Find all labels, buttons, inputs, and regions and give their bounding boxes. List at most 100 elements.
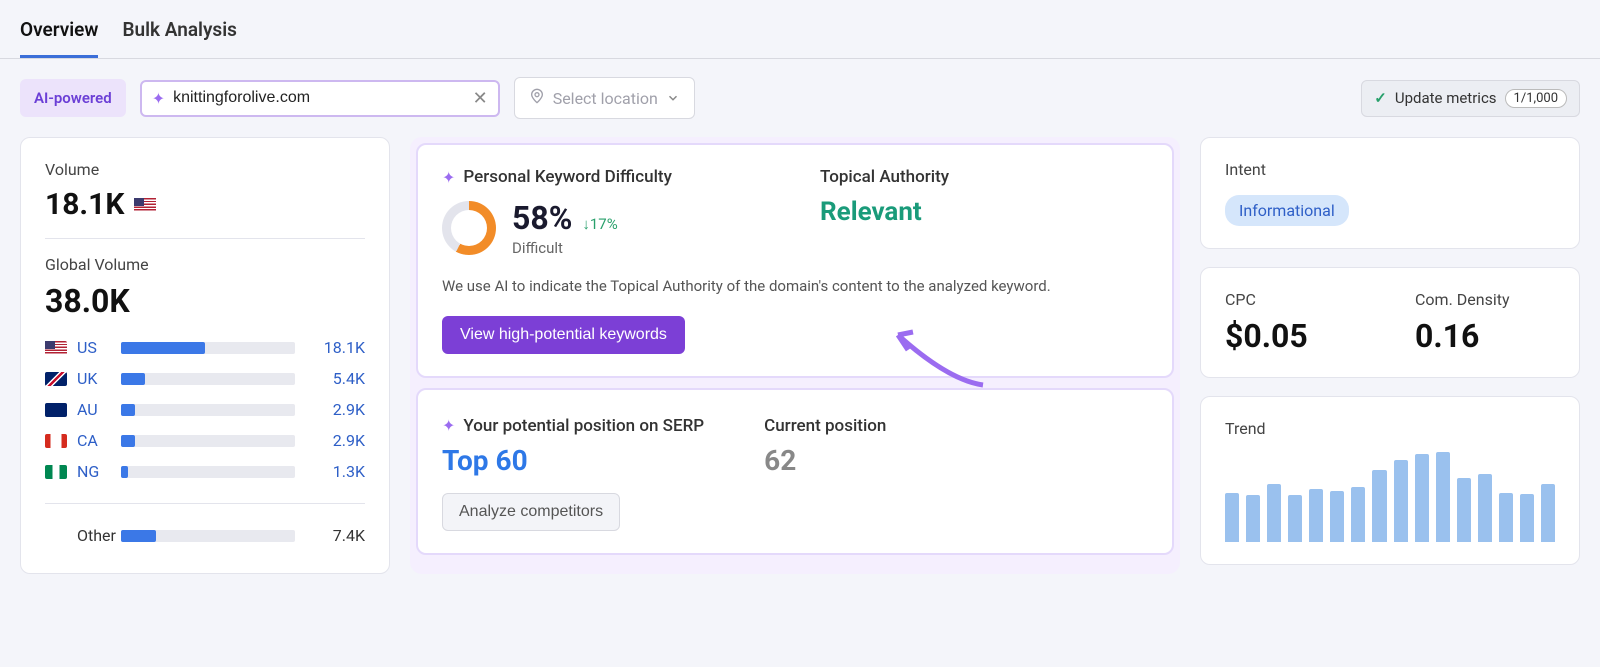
chevron-down-icon [666,91,680,105]
flag-us-icon [134,198,156,212]
serp-potential-title: Your potential position on SERP [463,416,704,436]
country-value: 5.4K [305,369,365,388]
serp-current-value: 62 [764,444,886,477]
volume-value: 18.1K [45,187,124,222]
domain-input-wrap[interactable]: ✦ ✕ [140,80,500,117]
country-row[interactable]: AU 2.9K [45,394,365,425]
analyze-competitors-button[interactable]: Analyze competitors [442,493,620,531]
volume-card: Volume 18.1K Global Volume 38.0K US 18.1K… [20,137,390,574]
pkd-card: ✦ Personal Keyword Difficulty 58% ↓17% D… [416,143,1174,378]
trend-bar [1288,495,1302,542]
trend-bar [1225,493,1239,542]
country-value: 2.9K [305,431,365,450]
serp-card: ✦ Your potential position on SERP Top 60… [416,388,1174,555]
annotation-arrow-icon [858,320,998,395]
trend-card: Trend [1200,396,1580,565]
country-row-other: Other 7.4K [45,520,365,551]
topical-authority-value: Relevant [820,197,1148,227]
country-code: CA [77,431,111,450]
intent-card: Intent Informational [1200,137,1580,249]
divider [45,238,365,239]
trend-bar [1330,491,1344,542]
trend-bar [1541,484,1555,542]
country-code: NG [77,462,111,481]
pkd-title: Personal Keyword Difficulty [463,167,672,187]
country-value: 18.1K [305,338,365,357]
clear-input-icon[interactable]: ✕ [473,88,488,109]
country-value: 2.9K [305,400,365,419]
trend-bar [1309,489,1323,542]
country-code: AU [77,400,111,419]
view-high-potential-button[interactable]: View high-potential keywords [442,316,685,354]
country-value: 1.3K [305,462,365,481]
trend-bar [1246,495,1260,542]
flag-ng-icon [45,465,67,479]
tab-bulk-analysis[interactable]: Bulk Analysis [122,0,236,58]
country-row[interactable]: UK 5.4K [45,363,365,394]
tab-overview[interactable]: Overview [20,0,98,58]
pkd-difficulty-label: Difficult [512,239,618,257]
intent-badge: Informational [1225,195,1349,226]
trend-label: Trend [1225,419,1555,438]
com-density-value: 0.16 [1415,317,1555,355]
trend-bar [1351,487,1365,542]
trend-bar [1520,494,1534,542]
tabs-bar: Overview Bulk Analysis [0,0,1600,59]
serp-potential-value: Top 60 [442,444,704,477]
serp-current-title: Current position [764,416,886,436]
country-bar [121,404,295,416]
update-metrics-label: Update metrics [1395,89,1497,107]
country-code: US [77,338,111,357]
trend-bar [1267,484,1281,542]
flag-uk-icon [45,372,67,386]
sparkle-icon: ✦ [152,89,165,108]
pkd-percent: 58% [512,199,572,237]
pkd-description: We use AI to indicate the Topical Author… [442,275,1148,298]
check-icon: ✓ [1374,89,1387,107]
trend-bar [1372,470,1386,542]
country-code: UK [77,369,111,388]
flag-ca-icon [45,434,67,448]
trend-bar [1394,460,1408,542]
trend-bar [1457,478,1471,542]
country-bar [121,373,295,385]
sparkle-icon: ✦ [442,416,455,435]
topical-authority-title: Topical Authority [820,167,949,187]
flag-us-icon [45,341,67,355]
domain-input[interactable] [173,89,465,107]
country-bar [121,466,295,478]
country-other-label: Other [77,526,111,545]
location-placeholder: Select location [553,89,658,108]
country-bar [121,342,295,354]
global-volume-value: 38.0K [45,282,365,320]
intent-label: Intent [1225,160,1555,179]
flag-au-icon [45,403,67,417]
pkd-donut-chart [442,201,496,255]
trend-bar [1478,474,1492,542]
update-metrics-button[interactable]: ✓ Update metrics 1/1,000 [1361,80,1580,117]
cpc-density-card: CPC $0.05 Com. Density 0.16 [1200,267,1580,378]
trend-chart [1225,452,1555,542]
pin-icon [529,88,545,108]
pkd-delta: ↓17% [582,215,617,233]
toolbar: AI-powered ✦ ✕ Select location ✓ Update … [0,59,1600,137]
global-volume-label: Global Volume [45,255,365,274]
country-bar [121,435,295,447]
country-bar [121,530,295,542]
country-row[interactable]: NG 1.3K [45,456,365,487]
country-row[interactable]: US 18.1K [45,332,365,363]
trend-bar [1436,452,1450,542]
com-density-label: Com. Density [1415,290,1555,309]
cpc-label: CPC [1225,290,1365,309]
trend-bar [1499,493,1513,542]
cpc-value: $0.05 [1225,317,1365,355]
volume-label: Volume [45,160,365,179]
trend-bar [1415,454,1429,542]
sparkle-icon: ✦ [442,168,455,187]
country-other-value: 7.4K [305,526,365,545]
country-row[interactable]: CA 2.9K [45,425,365,456]
ai-powered-badge: AI-powered [20,79,126,117]
location-select[interactable]: Select location [514,77,695,119]
update-count-badge: 1/1,000 [1505,89,1567,108]
ai-center-column: ✦ Personal Keyword Difficulty 58% ↓17% D… [410,137,1180,574]
